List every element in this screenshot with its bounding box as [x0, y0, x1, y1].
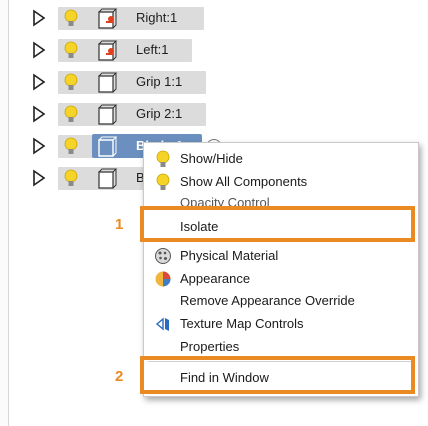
tree-row-background: [58, 7, 204, 30]
menu-item-show-hide[interactable]: Show/Hide: [144, 148, 418, 170]
callout-box-isolate: [140, 206, 415, 242]
tree-row-background: [58, 103, 206, 126]
tree-row-label: Grip 1:1: [136, 74, 183, 89]
tree-row-background: [58, 39, 192, 62]
expand-triangle-icon[interactable]: [32, 169, 46, 187]
bulb-icon: [156, 173, 170, 190]
menu-item-physical-material[interactable]: Physical Material: [144, 245, 418, 267]
tree-row-left[interactable]: Left:1: [0, 36, 428, 64]
callout-number: 2: [115, 368, 124, 385]
callout-number: 1: [115, 216, 124, 233]
expand-triangle-icon[interactable]: [32, 105, 46, 123]
menu-item-show-all-components[interactable]: Show All Components: [144, 171, 418, 193]
expand-triangle-icon[interactable]: [32, 41, 46, 59]
bulb-icon[interactable]: [64, 105, 78, 124]
texture-map-icon: [155, 317, 169, 331]
bulb-icon: [156, 150, 170, 167]
menu-item-remove-appearance-override[interactable]: Remove Appearance Override: [144, 290, 418, 312]
tree-row-background: [58, 71, 206, 94]
callout-box-find-in-window: [140, 356, 415, 394]
appearance-ball-icon: [155, 271, 171, 287]
bulb-icon[interactable]: [64, 169, 78, 188]
tree-row-right[interactable]: Right:1: [0, 4, 428, 32]
menu-item-label: Texture Map Controls: [180, 316, 304, 331]
component-joint-icon: [98, 8, 118, 29]
expand-triangle-icon[interactable]: [32, 73, 46, 91]
expand-triangle-icon[interactable]: [32, 137, 46, 155]
material-sphere-icon: [155, 248, 171, 264]
component-box-icon: [98, 72, 118, 93]
menu-item-label: Properties: [180, 339, 240, 354]
tree-row-grip1[interactable]: Grip 1:1: [0, 68, 428, 96]
tree-row-label: Left:1: [136, 42, 169, 57]
menu-item-properties[interactable]: Properties: [144, 336, 418, 358]
menu-item-texture-map-controls[interactable]: Texture Map Controls: [144, 313, 418, 335]
expand-triangle-icon[interactable]: [32, 9, 46, 27]
component-box-icon: [98, 168, 118, 189]
menu-item-appearance[interactable]: Appearance: [144, 268, 418, 290]
component-box-icon: [98, 104, 118, 125]
component-joint-icon: [98, 40, 118, 61]
menu-item-label: Appearance: [180, 271, 251, 286]
menu-item-label: Show/Hide: [180, 151, 243, 166]
bulb-icon[interactable]: [64, 41, 78, 60]
tree-row-grip2[interactable]: Grip 2:1: [0, 100, 428, 128]
tree-row-label: Grip 2:1: [136, 106, 183, 121]
bulb-icon[interactable]: [64, 137, 78, 156]
component-box-icon: [98, 136, 118, 157]
bulb-icon[interactable]: [64, 73, 78, 92]
tree-row-label: Right:1: [136, 10, 178, 25]
menu-item-label: Show All Components: [180, 174, 308, 189]
menu-item-label: Remove Appearance Override: [180, 293, 355, 308]
menu-item-label: Physical Material: [180, 248, 279, 263]
bulb-icon[interactable]: [64, 9, 78, 28]
